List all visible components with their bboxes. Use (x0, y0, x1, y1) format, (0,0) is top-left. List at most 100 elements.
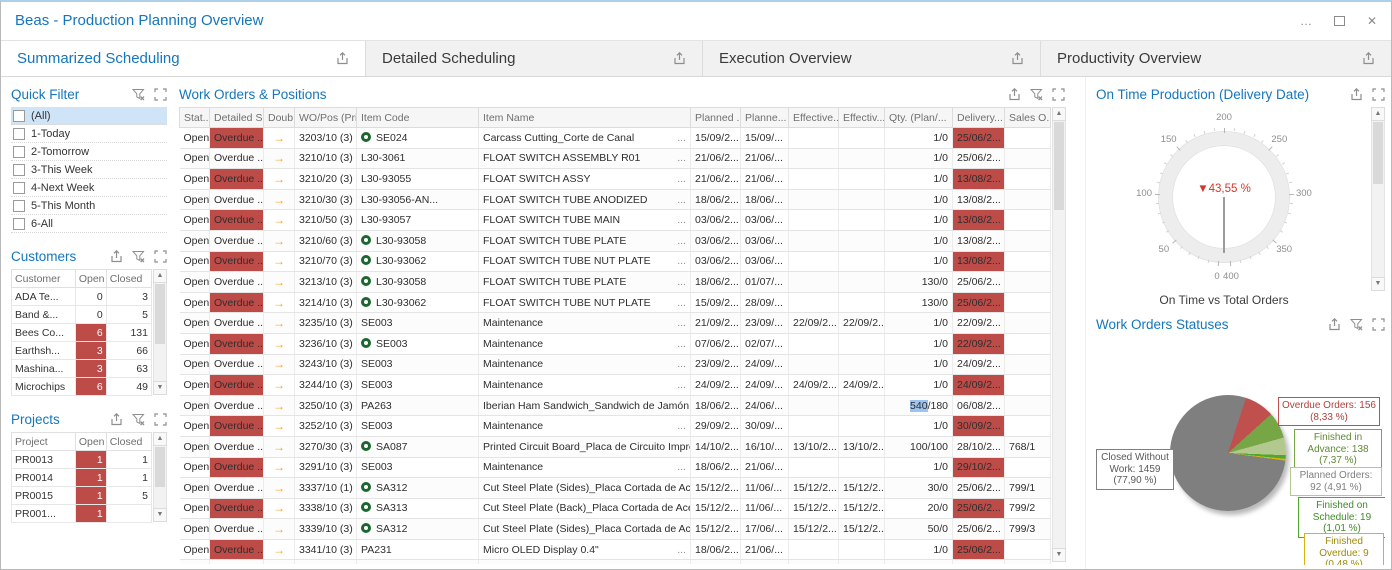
scroll-up-button[interactable]: ▲ (153, 432, 167, 446)
scroll-down-button[interactable]: ▼ (153, 381, 167, 395)
column-header[interactable]: Closed (106, 433, 151, 451)
work-order-row[interactable]: OpenOverdue ...→3341/10 (3)PA231...Micro… (180, 539, 1051, 560)
checkbox-icon[interactable] (13, 146, 25, 158)
work-orders-scrollbar[interactable]: ▲ ▼ (1052, 107, 1066, 562)
scrollbar-thumb[interactable] (155, 447, 165, 487)
column-header[interactable]: WO/Pos (Prior.) (295, 108, 357, 128)
projects-scrollbar[interactable]: ▲ ▼ (153, 432, 167, 522)
window-maximize-button[interactable] (1334, 16, 1345, 26)
column-header[interactable]: Closed (106, 270, 151, 288)
work-order-row[interactable]: OpenOverdue ...→3270/30 (3)SA087Printed … (180, 436, 1051, 457)
work-order-row[interactable]: OpenOverdue ...→3203/10 (3)SE024...Carca… (180, 128, 1051, 149)
filter-icon[interactable] (132, 413, 145, 426)
checkbox-icon[interactable] (13, 164, 25, 176)
quick-filter-option[interactable]: 6-All (11, 215, 167, 233)
export-icon[interactable] (1362, 52, 1375, 65)
checkbox-icon[interactable] (13, 182, 25, 194)
work-order-row[interactable]: OpenOverdue ...→3213/10 (3)L30-93058...F… (180, 272, 1051, 293)
work-order-row[interactable]: OpenOverdue ...→3291/10 (3)SE003...Maint… (180, 457, 1051, 478)
tab-summarized-scheduling[interactable]: Summarized Scheduling (1, 41, 366, 76)
column-header[interactable]: Customer (12, 270, 76, 288)
column-header[interactable]: Effective... (789, 108, 839, 128)
scroll-up-button[interactable]: ▲ (1371, 107, 1385, 121)
work-order-row[interactable]: OpenOverdue ...→3244/10 (3)SE003...Maint… (180, 375, 1051, 396)
column-header[interactable]: Qty. (Plan/... (885, 108, 953, 128)
quick-filter-option[interactable]: 4-Next Week (11, 179, 167, 197)
checkbox-icon[interactable] (13, 128, 25, 140)
scrollbar-track[interactable] (1371, 121, 1385, 277)
scroll-up-button[interactable]: ▲ (153, 269, 167, 283)
expand-icon[interactable] (1372, 318, 1385, 331)
filter-icon[interactable] (132, 88, 145, 101)
expand-icon[interactable] (154, 413, 167, 426)
tab-productivity-overview[interactable]: Productivity Overview (1041, 41, 1391, 76)
work-order-row[interactable]: OpenOverdue ...→3343/10 (3)SE003...Maint… (180, 560, 1051, 564)
column-header[interactable]: Sales O... (1005, 108, 1051, 128)
filter-icon[interactable] (132, 250, 145, 263)
column-header[interactable]: Detailed S... (210, 108, 264, 128)
table-row[interactable]: PR001515 (12, 487, 152, 505)
quick-filter-option[interactable]: 5-This Month (11, 197, 167, 215)
scrollbar-thumb[interactable] (155, 284, 165, 344)
work-order-row[interactable]: OpenOverdue ...→3214/10 (3)L30-93062...F… (180, 292, 1051, 313)
export-icon[interactable] (673, 52, 686, 65)
checkbox-icon[interactable] (13, 200, 25, 212)
column-header[interactable]: Project (12, 433, 76, 451)
quick-filter-option[interactable]: (All) (11, 107, 167, 125)
table-row[interactable]: PR001...1 (12, 505, 152, 523)
work-order-row[interactable]: OpenOverdue ...→3250/10 (3)PA263Iberian … (180, 395, 1051, 416)
column-header[interactable]: Stat... (180, 108, 210, 128)
pie-circle[interactable] (1170, 395, 1286, 511)
scrollbar-track[interactable] (1052, 121, 1066, 548)
table-row[interactable]: Earthsh...366 (12, 342, 152, 360)
scroll-down-button[interactable]: ▼ (153, 508, 167, 522)
scrollbar-thumb[interactable] (1054, 122, 1064, 210)
export-icon[interactable] (110, 250, 123, 263)
work-order-row[interactable]: OpenOverdue ...→3235/10 (3)SE003...Maint… (180, 313, 1051, 334)
column-header[interactable]: Planned ... (691, 108, 741, 128)
table-row[interactable]: Mashina...363 (12, 360, 152, 378)
tab-detailed-scheduling[interactable]: Detailed Scheduling (366, 41, 703, 76)
customers-scrollbar[interactable]: ▲ ▼ (153, 269, 167, 395)
table-row[interactable]: Bees Co...6131 (12, 324, 152, 342)
export-icon[interactable] (1011, 52, 1024, 65)
column-header[interactable]: Open (75, 270, 106, 288)
work-order-row[interactable]: OpenOverdue ...→3210/50 (3)L30-93057...F… (180, 210, 1051, 231)
checkbox-icon[interactable] (13, 218, 25, 230)
on-time-scrollbar[interactable]: ▲ ▼ (1371, 107, 1385, 291)
export-icon[interactable] (336, 52, 349, 65)
quick-filter-option[interactable]: 3-This Week (11, 161, 167, 179)
filter-icon[interactable] (1350, 318, 1363, 331)
scrollbar-track[interactable] (153, 283, 167, 381)
column-header[interactable]: Planne... (741, 108, 789, 128)
column-header[interactable]: Doub... (264, 108, 295, 128)
work-order-row[interactable]: OpenOverdue ...→3210/70 (3)L30-93062...F… (180, 251, 1051, 272)
tab-execution-overview[interactable]: Execution Overview (703, 41, 1041, 76)
export-icon[interactable] (110, 413, 123, 426)
work-order-row[interactable]: OpenOverdue ...→3338/10 (3)SA313Cut Stee… (180, 498, 1051, 519)
table-row[interactable]: PR001411 (12, 469, 152, 487)
scroll-down-button[interactable]: ▼ (1371, 277, 1385, 291)
quick-filter-option[interactable]: 1-Today (11, 125, 167, 143)
work-order-row[interactable]: OpenOverdue ...→3210/10 (3)L30-3061...FL… (180, 148, 1051, 169)
work-order-row[interactable]: OpenOverdue ...→3337/10 (1)SA312Cut Stee… (180, 478, 1051, 499)
export-icon[interactable] (1328, 318, 1341, 331)
column-header[interactable]: Delivery... (953, 108, 1005, 128)
window-more-button[interactable]: … (1300, 15, 1312, 27)
column-header[interactable]: Item Name (479, 108, 691, 128)
work-order-row[interactable]: OpenOverdue ...→3339/10 (3)SA312Cut Stee… (180, 519, 1051, 540)
column-header[interactable]: Item Code (357, 108, 479, 128)
scrollbar-thumb[interactable] (1373, 122, 1383, 184)
work-order-row[interactable]: OpenOverdue ...→3210/20 (3)L30-93055...F… (180, 169, 1051, 190)
work-order-row[interactable]: OpenOverdue ...→3210/60 (3)L30-93058...F… (180, 230, 1051, 251)
work-order-row[interactable]: OpenOverdue ...→3236/10 (3)SE003...Maint… (180, 333, 1051, 354)
filter-icon[interactable] (1030, 88, 1043, 101)
quick-filter-option[interactable]: 2-Tomorrow (11, 143, 167, 161)
window-close-button[interactable]: ✕ (1367, 15, 1377, 27)
work-order-row[interactable]: OpenOverdue ...→3210/30 (3)L30-93056-AN.… (180, 189, 1051, 210)
expand-icon[interactable] (1372, 88, 1385, 101)
work-order-row[interactable]: OpenOverdue ...→3243/10 (3)SE003...Maint… (180, 354, 1051, 375)
column-header[interactable]: Effectiv... (839, 108, 885, 128)
table-row[interactable]: Microchips649 (12, 378, 152, 396)
expand-icon[interactable] (154, 250, 167, 263)
